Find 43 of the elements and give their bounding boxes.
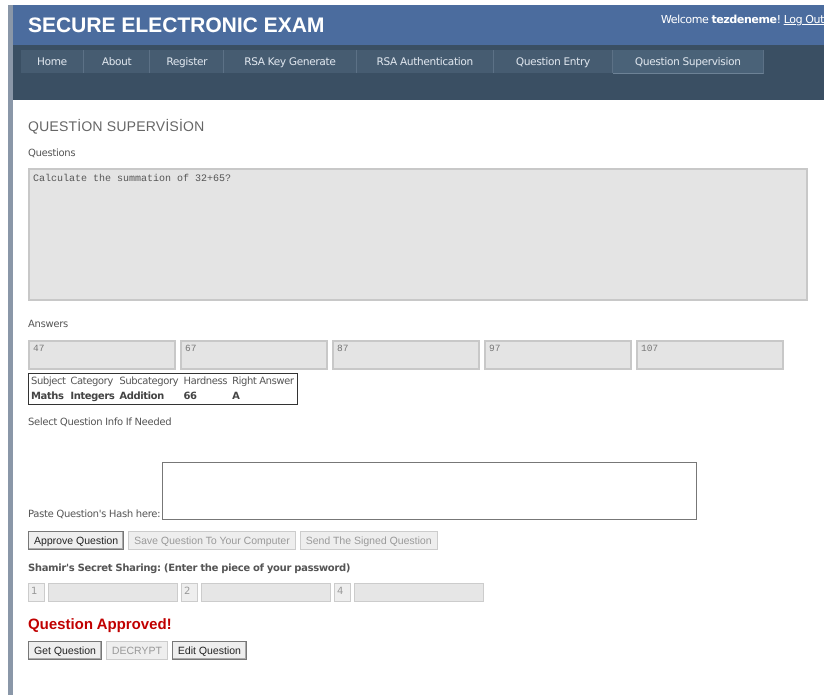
nav-tab[interactable]: About (84, 50, 150, 73)
table-cell: 66 (181, 389, 230, 404)
action-button[interactable]: Get Question (28, 641, 102, 660)
hash-label: Paste Question's Hash here: (28, 509, 160, 520)
action-button[interactable]: Edit Question (172, 641, 247, 660)
password-piece-field[interactable] (201, 583, 331, 602)
password-piece-field[interactable] (354, 583, 484, 602)
questions-label: Questions (28, 148, 76, 159)
piece-number-field: 1 (28, 583, 45, 602)
piece-number-field: 2 (181, 583, 198, 602)
column-header: Category (68, 374, 118, 389)
shamir-label: Shamir's Secret Sharing: (Enter the piece of your password) (28, 563, 352, 574)
nav-tab[interactable]: Question Entry (494, 50, 613, 73)
column-header: Subject (28, 374, 68, 389)
column-header: Subcategory (117, 374, 182, 389)
nav-tab[interactable]: RSA Authentication (356, 50, 494, 73)
nav-tab[interactable]: RSA Key Generate (224, 50, 356, 73)
table-cell: A (230, 389, 298, 404)
answer-field[interactable]: 47 (28, 340, 176, 370)
password-piece-field[interactable] (48, 583, 178, 602)
site-title: SECURE ELECTRONIC EXAM (28, 14, 324, 38)
question-field[interactable]: Calculate the summation of 32+65? (28, 168, 808, 301)
column-header: Hardness (181, 374, 230, 389)
answer-field[interactable]: 107 (636, 340, 784, 370)
logout-link[interactable]: Log Out (784, 13, 824, 26)
page-title: QUESTİON SUPERVİSİON (28, 118, 206, 134)
nav-tab[interactable]: Question Supervision (612, 50, 764, 74)
answer-field[interactable]: 67 (180, 340, 328, 370)
answer-field[interactable]: 87 (332, 340, 480, 370)
hash-field[interactable] (162, 462, 698, 520)
table-cell: Integers (68, 389, 118, 404)
nav-tab[interactable]: Home (21, 50, 84, 73)
nav-tab[interactable]: Register (150, 50, 224, 73)
welcome-text: Welcome tezdeneme! Log Out (660, 13, 824, 26)
status-message: Question Approved! (28, 616, 173, 633)
answer-field[interactable]: 97 (484, 340, 632, 370)
table-cell: Addition (117, 389, 182, 404)
select-info-label: Select Question Info If Needed (28, 417, 172, 428)
action-button[interactable]: Approve Question (28, 531, 124, 550)
answers-label: Answers (28, 319, 69, 330)
piece-number-field: 4 (334, 583, 351, 602)
table-cell: Maths (28, 389, 68, 404)
column-header: Right Answer (230, 374, 298, 389)
